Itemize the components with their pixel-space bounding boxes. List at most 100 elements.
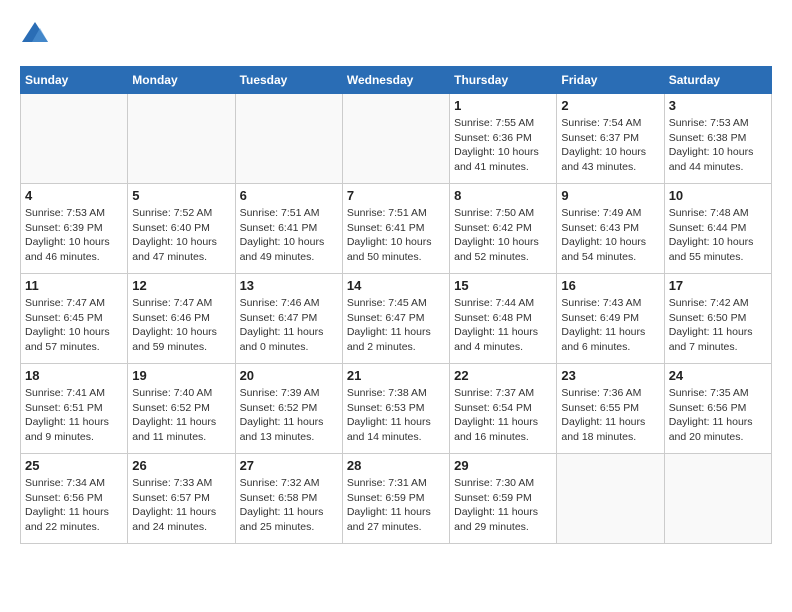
calendar-cell: 29Sunrise: 7:30 AM Sunset: 6:59 PM Dayli… [450, 454, 557, 544]
calendar-cell: 16 Sunrise: 7:43 AM Sunset: 6:49 PM Dayli… [557, 274, 664, 364]
day-number: 23 [561, 368, 659, 383]
day-info: Sunrise: 7:35 AM Sunset: 6:56 PM Dayligh… [669, 386, 767, 445]
calendar-cell: 26Sunrise: 7:33 AM Sunset: 6:57 PM Dayli… [128, 454, 235, 544]
day-number: 24 [669, 368, 767, 383]
day-number: 27 [240, 458, 338, 473]
weekday-header: Saturday [664, 67, 771, 94]
day-info: Sunrise: 7:34 AM Sunset: 6:56 PM Dayligh… [25, 476, 123, 535]
day-info: Sunrise: 7:40 AM Sunset: 6:52 PM Dayligh… [132, 386, 230, 445]
day-number: 5 [132, 188, 230, 203]
day-info: Sunrise: 7:38 AM Sunset: 6:53 PM Dayligh… [347, 386, 445, 445]
weekday-header: Wednesday [342, 67, 449, 94]
calendar-cell [235, 94, 342, 184]
weekday-header: Thursday [450, 67, 557, 94]
day-info: Sunrise: 7:48 AM Sunset: 6:44 PM Dayligh… [669, 206, 767, 265]
calendar-cell [128, 94, 235, 184]
calendar-week-row: 11 Sunrise: 7:47 AM Sunset: 6:45 PM Dayli… [21, 274, 772, 364]
calendar-week-row: 18 Sunrise: 7:41 AM Sunset: 6:51 PM Dayli… [21, 364, 772, 454]
day-number: 3 [669, 98, 767, 113]
day-number: 18 [25, 368, 123, 383]
day-number: 12 [132, 278, 230, 293]
calendar-cell: 17 Sunrise: 7:42 AM Sunset: 6:50 PM Dayli… [664, 274, 771, 364]
day-number: 15 [454, 278, 552, 293]
page-header [20, 20, 772, 50]
calendar-cell [21, 94, 128, 184]
calendar-cell: 24 Sunrise: 7:35 AM Sunset: 6:56 PM Dayli… [664, 364, 771, 454]
calendar-week-row: 4Sunrise: 7:53 AM Sunset: 6:39 PM Daylig… [21, 184, 772, 274]
logo [20, 20, 54, 50]
day-info: Sunrise: 7:44 AM Sunset: 6:48 PM Dayligh… [454, 296, 552, 355]
day-info: Sunrise: 7:47 AM Sunset: 6:46 PM Dayligh… [132, 296, 230, 355]
calendar-cell [342, 94, 449, 184]
weekday-header: Monday [128, 67, 235, 94]
calendar-cell: 22 Sunrise: 7:37 AM Sunset: 6:54 PM Dayli… [450, 364, 557, 454]
calendar-cell: 13 Sunrise: 7:46 AM Sunset: 6:47 PM Dayli… [235, 274, 342, 364]
day-info: Sunrise: 7:32 AM Sunset: 6:58 PM Dayligh… [240, 476, 338, 535]
day-number: 9 [561, 188, 659, 203]
calendar-cell: 9Sunrise: 7:49 AM Sunset: 6:43 PM Daylig… [557, 184, 664, 274]
day-info: Sunrise: 7:47 AM Sunset: 6:45 PM Dayligh… [25, 296, 123, 355]
calendar-cell: 4Sunrise: 7:53 AM Sunset: 6:39 PM Daylig… [21, 184, 128, 274]
calendar-cell: 21Sunrise: 7:38 AM Sunset: 6:53 PM Dayli… [342, 364, 449, 454]
day-info: Sunrise: 7:53 AM Sunset: 6:39 PM Dayligh… [25, 206, 123, 265]
calendar-cell: 5 Sunrise: 7:52 AM Sunset: 6:40 PM Daylig… [128, 184, 235, 274]
day-number: 22 [454, 368, 552, 383]
day-info: Sunrise: 7:31 AM Sunset: 6:59 PM Dayligh… [347, 476, 445, 535]
calendar-cell: 20 Sunrise: 7:39 AM Sunset: 6:52 PM Dayli… [235, 364, 342, 454]
calendar-cell: 3 Sunrise: 7:53 AM Sunset: 6:38 PM Daylig… [664, 94, 771, 184]
day-number: 8 [454, 188, 552, 203]
day-info: Sunrise: 7:50 AM Sunset: 6:42 PM Dayligh… [454, 206, 552, 265]
day-number: 13 [240, 278, 338, 293]
calendar-cell: 18 Sunrise: 7:41 AM Sunset: 6:51 PM Dayli… [21, 364, 128, 454]
day-info: Sunrise: 7:55 AM Sunset: 6:36 PM Dayligh… [454, 116, 552, 175]
day-number: 17 [669, 278, 767, 293]
day-info: Sunrise: 7:51 AM Sunset: 6:41 PM Dayligh… [240, 206, 338, 265]
day-number: 7 [347, 188, 445, 203]
calendar-cell [664, 454, 771, 544]
calendar-cell: 1 Sunrise: 7:55 AM Sunset: 6:36 PM Daylig… [450, 94, 557, 184]
day-number: 1 [454, 98, 552, 113]
day-info: Sunrise: 7:46 AM Sunset: 6:47 PM Dayligh… [240, 296, 338, 355]
day-info: Sunrise: 7:54 AM Sunset: 6:37 PM Dayligh… [561, 116, 659, 175]
calendar-cell: 28 Sunrise: 7:31 AM Sunset: 6:59 PM Dayli… [342, 454, 449, 544]
day-info: Sunrise: 7:30 AM Sunset: 6:59 PM Dayligh… [454, 476, 552, 535]
day-info: Sunrise: 7:45 AM Sunset: 6:47 PM Dayligh… [347, 296, 445, 355]
day-number: 10 [669, 188, 767, 203]
day-info: Sunrise: 7:43 AM Sunset: 6:49 PM Dayligh… [561, 296, 659, 355]
calendar-cell: 15 Sunrise: 7:44 AM Sunset: 6:48 PM Dayli… [450, 274, 557, 364]
calendar-header-row: SundayMondayTuesdayWednesdayThursdayFrid… [21, 67, 772, 94]
day-info: Sunrise: 7:42 AM Sunset: 6:50 PM Dayligh… [669, 296, 767, 355]
day-number: 16 [561, 278, 659, 293]
day-number: 14 [347, 278, 445, 293]
day-info: Sunrise: 7:41 AM Sunset: 6:51 PM Dayligh… [25, 386, 123, 445]
calendar-cell: 25 Sunrise: 7:34 AM Sunset: 6:56 PM Dayli… [21, 454, 128, 544]
day-number: 11 [25, 278, 123, 293]
calendar-cell [557, 454, 664, 544]
weekday-header: Tuesday [235, 67, 342, 94]
weekday-header: Sunday [21, 67, 128, 94]
day-number: 6 [240, 188, 338, 203]
day-number: 26 [132, 458, 230, 473]
calendar-cell: 11 Sunrise: 7:47 AM Sunset: 6:45 PM Dayli… [21, 274, 128, 364]
day-info: Sunrise: 7:37 AM Sunset: 6:54 PM Dayligh… [454, 386, 552, 445]
day-info: Sunrise: 7:52 AM Sunset: 6:40 PM Dayligh… [132, 206, 230, 265]
calendar-cell: 2 Sunrise: 7:54 AM Sunset: 6:37 PM Daylig… [557, 94, 664, 184]
calendar-cell: 23Sunrise: 7:36 AM Sunset: 6:55 PM Dayli… [557, 364, 664, 454]
calendar-cell: 12 Sunrise: 7:47 AM Sunset: 6:46 PM Dayli… [128, 274, 235, 364]
day-info: Sunrise: 7:39 AM Sunset: 6:52 PM Dayligh… [240, 386, 338, 445]
calendar-cell: 8 Sunrise: 7:50 AM Sunset: 6:42 PM Daylig… [450, 184, 557, 274]
day-info: Sunrise: 7:51 AM Sunset: 6:41 PM Dayligh… [347, 206, 445, 265]
calendar-table: SundayMondayTuesdayWednesdayThursdayFrid… [20, 66, 772, 544]
calendar-cell: 6 Sunrise: 7:51 AM Sunset: 6:41 PM Daylig… [235, 184, 342, 274]
day-number: 25 [25, 458, 123, 473]
calendar-cell: 19 Sunrise: 7:40 AM Sunset: 6:52 PM Dayli… [128, 364, 235, 454]
calendar-week-row: 1 Sunrise: 7:55 AM Sunset: 6:36 PM Daylig… [21, 94, 772, 184]
calendar-week-row: 25 Sunrise: 7:34 AM Sunset: 6:56 PM Dayli… [21, 454, 772, 544]
day-number: 19 [132, 368, 230, 383]
weekday-header: Friday [557, 67, 664, 94]
calendar-cell: 14 Sunrise: 7:45 AM Sunset: 6:47 PM Dayli… [342, 274, 449, 364]
day-info: Sunrise: 7:53 AM Sunset: 6:38 PM Dayligh… [669, 116, 767, 175]
day-number: 20 [240, 368, 338, 383]
day-number: 28 [347, 458, 445, 473]
day-number: 2 [561, 98, 659, 113]
